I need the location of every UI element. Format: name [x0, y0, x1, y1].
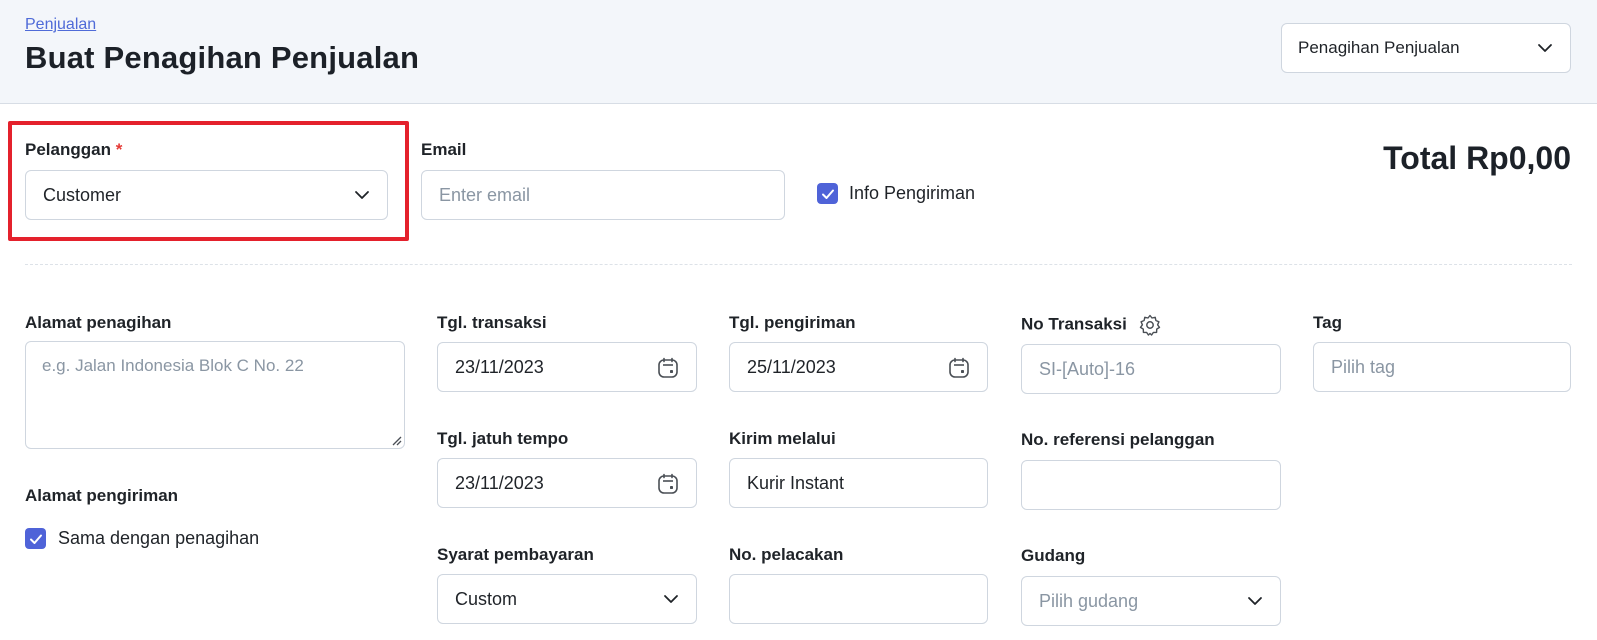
- payment-terms-label: Syarat pembayaran: [437, 545, 594, 564]
- warehouse-placeholder: Pilih gudang: [1039, 590, 1139, 611]
- email-label: Email: [421, 140, 467, 159]
- page-title: Buat Penagihan Penjualan: [25, 40, 420, 75]
- transaction-date-label: Tgl. transaksi: [437, 313, 547, 332]
- billing-address-textarea[interactable]: e.g. Jalan Indonesia Blok C No. 22: [25, 341, 405, 449]
- customer-value: Customer: [43, 184, 122, 205]
- page-header: Penjualan Buat Penagihan Penjualan Penag…: [0, 0, 1597, 104]
- email-field[interactable]: Enter email: [421, 170, 785, 220]
- calendar-icon[interactable]: [656, 356, 680, 380]
- warehouse-select[interactable]: Pilih gudang: [1021, 576, 1281, 626]
- transaction-date-field[interactable]: 23/11/2023: [437, 342, 697, 392]
- customer-label: Pelanggan *: [25, 140, 122, 160]
- customer-ref-label: No. referensi pelanggan: [1021, 430, 1215, 449]
- due-date-value: 23/11/2023: [455, 472, 544, 493]
- customer-label-text: Pelanggan: [25, 140, 111, 159]
- tag-placeholder: Pilih tag: [1331, 356, 1396, 377]
- ship-via-label: Kirim melalui: [729, 429, 836, 448]
- billing-address-label: Alamat penagihan: [25, 313, 172, 332]
- same-as-billing-checkbox[interactable]: [25, 528, 46, 549]
- warehouse-label: Gudang: [1021, 546, 1086, 565]
- payment-terms-value: Custom: [455, 588, 518, 609]
- email-placeholder: Enter email: [439, 184, 531, 205]
- required-mark: *: [115, 140, 123, 159]
- checkmark-icon: [29, 534, 42, 544]
- transaction-type-value: Penagihan Penjualan: [1298, 38, 1460, 57]
- customer-select[interactable]: Customer: [25, 170, 388, 220]
- ship-via-field[interactable]: Kurir Instant: [729, 458, 988, 508]
- payment-terms-select[interactable]: Custom: [437, 574, 697, 624]
- shipping-info-checkbox[interactable]: [817, 183, 838, 204]
- section-divider: [25, 264, 1572, 265]
- ship-date-field[interactable]: 25/11/2023: [729, 342, 988, 392]
- ship-date-value: 25/11/2023: [747, 356, 836, 377]
- transaction-no-placeholder: SI-[Auto]-16: [1039, 358, 1136, 379]
- transaction-no-field[interactable]: SI-[Auto]-16: [1021, 344, 1281, 394]
- transaction-no-label-text: No Transaksi: [1021, 314, 1127, 334]
- checkmark-icon: [821, 189, 834, 199]
- transaction-type-select[interactable]: Penagihan Penjualan: [1281, 23, 1571, 73]
- tag-label: Tag: [1313, 313, 1342, 332]
- chevron-down-icon: [1538, 44, 1552, 52]
- transaction-date-value: 23/11/2023: [455, 356, 544, 377]
- billing-address-placeholder: e.g. Jalan Indonesia Blok C No. 22: [42, 356, 304, 375]
- tracking-no-label: No. pelacakan: [729, 545, 844, 564]
- resize-handle-icon[interactable]: [390, 434, 402, 446]
- same-as-billing-label: Sama dengan penagihan: [58, 528, 260, 548]
- total-amount: Total Rp0,00: [1383, 140, 1571, 176]
- calendar-icon[interactable]: [656, 472, 680, 496]
- chevron-down-icon: [1248, 597, 1262, 605]
- due-date-field[interactable]: 23/11/2023: [437, 458, 697, 508]
- shipping-info-label: Info Pengiriman: [849, 183, 976, 203]
- ship-date-label: Tgl. pengiriman: [729, 313, 856, 332]
- breadcrumb-penjualan[interactable]: Penjualan: [25, 16, 96, 34]
- due-date-label: Tgl. jatuh tempo: [437, 429, 569, 448]
- tag-select[interactable]: Pilih tag: [1313, 342, 1571, 392]
- calendar-icon[interactable]: [947, 356, 971, 380]
- gear-icon[interactable]: [1138, 313, 1162, 337]
- tracking-no-field[interactable]: [729, 574, 988, 624]
- ship-via-value: Kurir Instant: [747, 472, 845, 493]
- customer-ref-field[interactable]: [1021, 460, 1281, 510]
- shipping-address-label: Alamat pengiriman: [25, 486, 179, 505]
- transaction-no-label: No Transaksi: [1021, 313, 1162, 337]
- chevron-down-icon: [355, 191, 369, 199]
- chevron-down-icon: [664, 595, 678, 603]
